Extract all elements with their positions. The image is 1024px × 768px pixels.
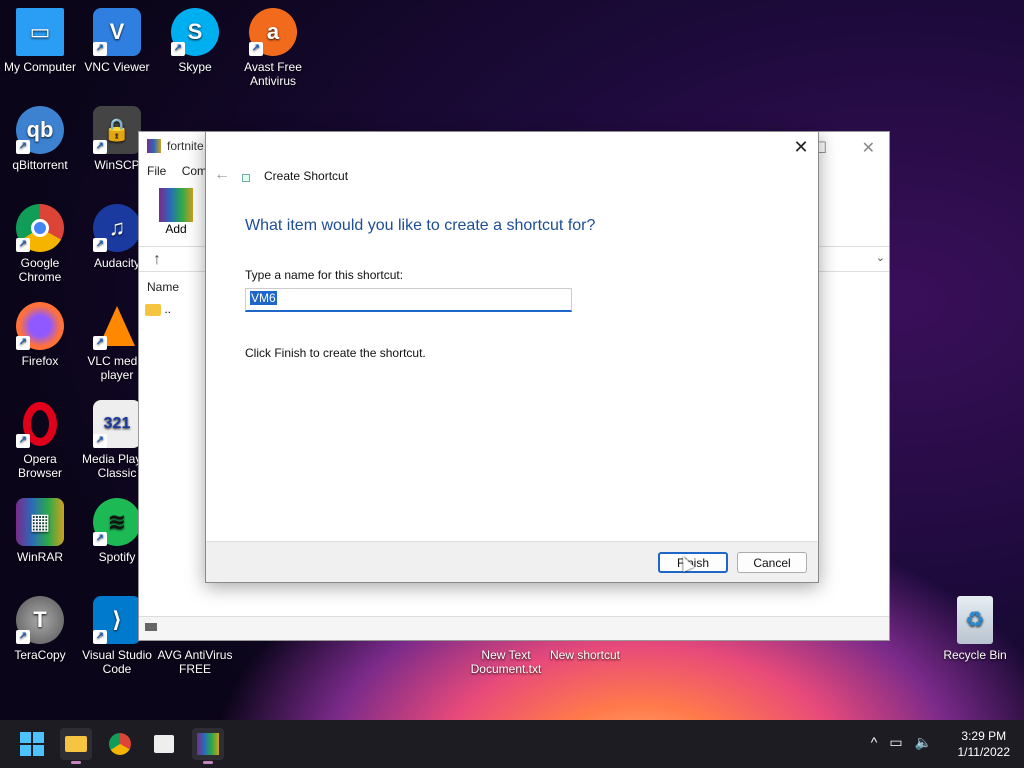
clock-time: 3:29 PM bbox=[961, 729, 1007, 743]
taskbar-winrar[interactable] bbox=[192, 728, 224, 764]
desktop-icon-teracopy[interactable]: T ↗ TeraCopy bbox=[0, 596, 80, 662]
media-player-icon: 321 ↗ bbox=[93, 400, 141, 448]
chevron-down-icon[interactable]: ⌄ bbox=[876, 251, 885, 264]
firefox-icon: ↗ bbox=[16, 302, 64, 350]
clock-date: 1/11/2022 bbox=[957, 745, 1011, 759]
dialog-heading: What item would you like to create a sho… bbox=[245, 217, 596, 234]
windows-logo-icon bbox=[20, 732, 44, 756]
chevron-up-icon[interactable]: ^ bbox=[871, 734, 890, 750]
list-item[interactable]: .. bbox=[145, 302, 171, 316]
create-shortcut-dialog: ✕ ← Create Shortcut What item would you … bbox=[205, 131, 819, 583]
archive-add-icon bbox=[159, 188, 193, 222]
dialog-title: Create Shortcut bbox=[264, 169, 349, 183]
computer-icon: ▭ bbox=[16, 8, 64, 56]
desktop-icon-avast[interactable]: a ↗ Avast Free Antivirus bbox=[233, 8, 313, 88]
recycle-bin-icon: ♻ bbox=[957, 596, 993, 644]
winrar-window-title: fortnite bbox=[167, 139, 204, 153]
desktop-icon-opera[interactable]: ↗ Opera Browser bbox=[0, 400, 80, 480]
menu-file[interactable]: File bbox=[147, 164, 166, 178]
close-icon[interactable]: ✕ bbox=[862, 140, 875, 157]
winrar-icon bbox=[197, 733, 219, 755]
audacity-icon: ♫ ↗ bbox=[93, 204, 141, 252]
dialog-footer: Finish Cancel bbox=[206, 541, 818, 582]
winrar-icon: ▦ bbox=[16, 498, 64, 546]
teracopy-icon: T ↗ bbox=[16, 596, 64, 644]
opera-icon: ↗ bbox=[16, 400, 64, 448]
desktop-icon-recycle-bin[interactable]: ♻ Recycle Bin bbox=[935, 596, 1015, 662]
up-arrow-icon[interactable]: ↑ bbox=[153, 251, 161, 269]
column-header-name[interactable]: Name bbox=[147, 280, 179, 294]
taskbar-file-explorer[interactable] bbox=[60, 728, 92, 764]
back-arrow-icon[interactable]: ← bbox=[214, 166, 230, 184]
desktop-icon-skype[interactable]: S ↗ Skype bbox=[155, 8, 235, 74]
system-tray: ^▭🔈 bbox=[871, 734, 944, 751]
cancel-button[interactable]: Cancel bbox=[737, 552, 807, 573]
desktop-icon-firefox[interactable]: ↗ Firefox bbox=[0, 302, 80, 368]
desktop-icon-vnc-viewer[interactable]: V ↗ VNC Viewer bbox=[77, 8, 157, 74]
shortcut-name-label: Type a name for this shortcut: bbox=[245, 268, 404, 282]
finish-hint-text: Click Finish to create the shortcut. bbox=[245, 346, 426, 360]
winrar-app-icon bbox=[147, 139, 161, 153]
desktop-icon-chrome[interactable]: ↗ Google Chrome bbox=[0, 204, 80, 284]
finish-button[interactable]: Finish bbox=[658, 552, 728, 573]
winscp-icon: 🔒 ↗ bbox=[93, 106, 141, 154]
taskbar-chrome[interactable] bbox=[104, 728, 136, 760]
chrome-icon: ↗ bbox=[16, 204, 64, 252]
shortcut-name-input[interactable]: VM6 bbox=[245, 288, 572, 312]
add-toolbar-button[interactable]: Add bbox=[159, 188, 193, 236]
clock[interactable]: 3:29 PM 1/11/2022 bbox=[958, 728, 1011, 760]
taskbar: ^▭🔈 3:29 PM 1/11/2022 bbox=[0, 720, 1024, 768]
folder-icon bbox=[65, 736, 87, 752]
store-icon bbox=[154, 735, 174, 753]
skype-icon: S ↗ bbox=[171, 8, 219, 56]
vnc-icon: V ↗ bbox=[93, 8, 141, 56]
desktop-icon-winrar[interactable]: ▦ WinRAR bbox=[0, 498, 80, 564]
chrome-icon bbox=[109, 733, 131, 755]
network-icon[interactable]: ▭ bbox=[889, 734, 914, 750]
avast-icon: a ↗ bbox=[249, 8, 297, 56]
taskbar-store[interactable] bbox=[148, 728, 180, 760]
folder-icon bbox=[145, 303, 161, 316]
vlc-icon: ↗ bbox=[93, 302, 141, 350]
status-bar bbox=[139, 616, 889, 640]
spotify-icon: ≋ ↗ bbox=[93, 498, 141, 546]
qbittorrent-icon: qb ↗ bbox=[16, 106, 64, 154]
drive-icon bbox=[145, 623, 157, 631]
winrar-window-controls: ☐ ✕ bbox=[813, 138, 875, 158]
shortcut-name-value: VM6 bbox=[250, 291, 277, 305]
close-icon[interactable]: ✕ bbox=[790, 136, 812, 158]
start-button[interactable] bbox=[16, 728, 48, 760]
vscode-icon: ⟩ ↗ bbox=[93, 596, 141, 644]
volume-icon[interactable]: 🔈 bbox=[915, 734, 944, 750]
shortcut-wizard-icon bbox=[242, 174, 250, 182]
desktop-icon-qbittorrent[interactable]: qb ↗ qBittorrent bbox=[0, 106, 80, 172]
desktop-icon-my-computer[interactable]: ▭ My Computer bbox=[0, 8, 80, 74]
